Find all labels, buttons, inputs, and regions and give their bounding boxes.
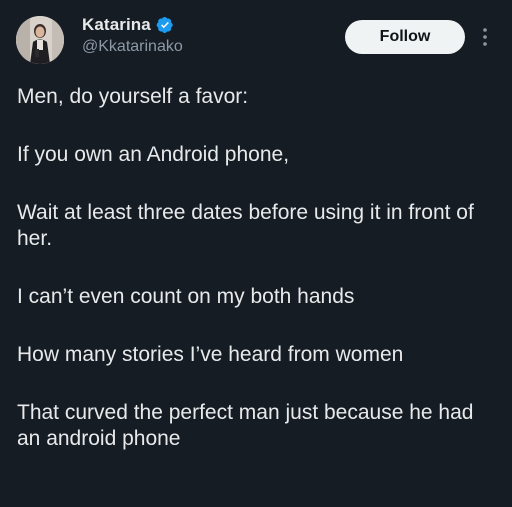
tweet-paragraph: If you own an Android phone,: [17, 143, 290, 166]
more-vertical-icon[interactable]: [479, 26, 491, 48]
display-name[interactable]: Katarina: [82, 15, 151, 35]
author-info: Katarina @Kkatarinako: [82, 14, 183, 56]
tweet-paragraph: How many stories I’ve heard from women: [17, 343, 404, 366]
follow-button[interactable]: Follow: [345, 20, 465, 54]
tweet-card: Katarina @Kkatarinako Follow Men, do you…: [0, 0, 512, 507]
avatar[interactable]: [16, 16, 64, 64]
tweet-paragraph: I can’t even count on my both hands: [17, 285, 355, 308]
tweet-paragraph: That curved the perfect man just because…: [17, 401, 480, 450]
verified-badge-icon: [156, 16, 173, 34]
tweet-header: Katarina @Kkatarinako Follow: [0, 0, 512, 78]
user-handle[interactable]: @Kkatarinako: [82, 38, 183, 56]
tweet-text: Men, do yourself a favor: If you own an …: [17, 84, 495, 452]
tweet-paragraph: Wait at least three dates before using i…: [17, 201, 480, 250]
avatar-image: [16, 16, 64, 64]
display-name-row: Katarina: [82, 14, 183, 36]
tweet-paragraph: Men, do yourself a favor:: [17, 85, 249, 108]
